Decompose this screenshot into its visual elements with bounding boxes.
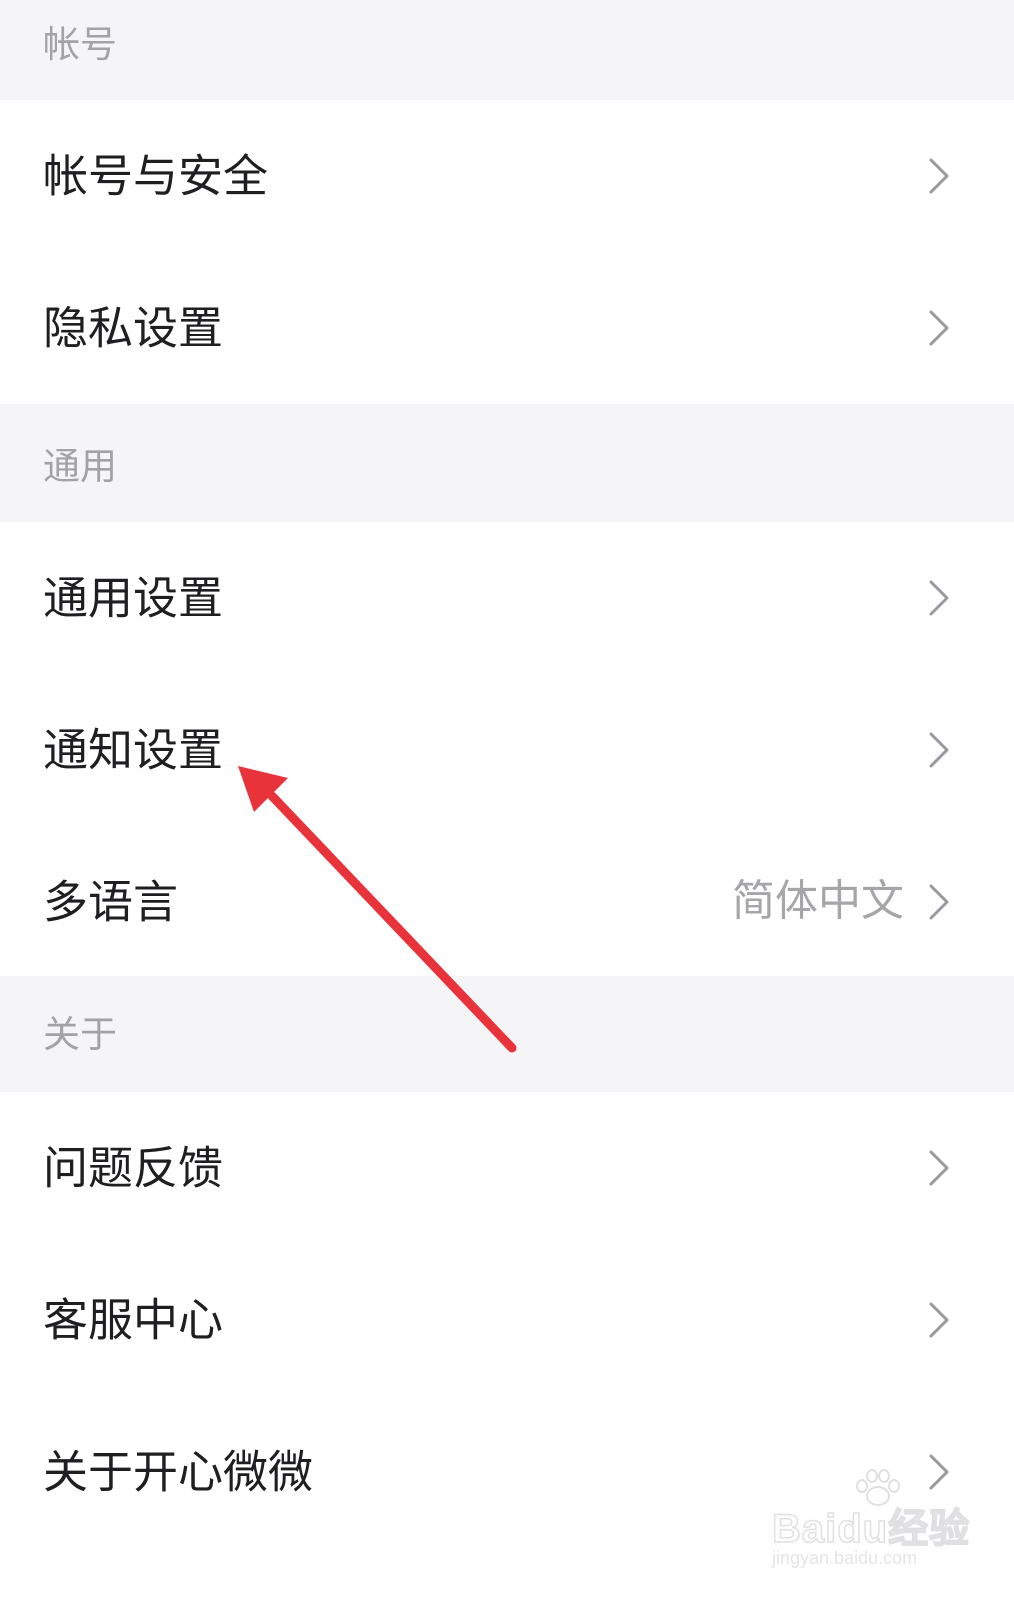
section-header-label: 关于 <box>43 1013 117 1056</box>
row-title: 问题反馈 <box>43 1141 224 1195</box>
section-header-label: 帐号 <box>43 23 117 66</box>
section-header-about: 关于 <box>0 976 1014 1092</box>
chevron-right-icon <box>929 1302 949 1338</box>
chevron-right-icon <box>929 580 949 616</box>
chevron-right-icon <box>929 1150 949 1186</box>
row-title: 关于开心微微 <box>43 1445 314 1499</box>
row-privacy-settings[interactable]: 隐私设置 <box>0 252 1014 404</box>
row-title: 通知设置 <box>43 723 224 777</box>
section-header-label: 通用 <box>43 445 117 488</box>
chevron-right-icon <box>929 158 949 194</box>
watermark-url: jingyan.baidu.com <box>772 1548 918 1568</box>
row-general-settings[interactable]: 通用设置 <box>0 522 1014 674</box>
settings-page: { "sections": [ {"header": "帐号", "rows":… <box>0 0 1014 1600</box>
chevron-right-icon <box>929 732 949 768</box>
row-value-language: 简体中文 <box>732 876 904 927</box>
row-title: 多语言 <box>43 875 179 929</box>
row-title: 帐号与安全 <box>43 149 269 203</box>
row-title: 客服中心 <box>43 1293 224 1347</box>
row-customer-service[interactable]: 客服中心 <box>0 1244 1014 1396</box>
chevron-right-icon <box>929 884 949 920</box>
row-title: 隐私设置 <box>43 301 224 355</box>
chevron-right-icon <box>929 310 949 346</box>
section-header-account: 帐号 <box>0 0 1014 100</box>
row-language[interactable]: 多语言 简体中文 <box>0 826 1014 978</box>
baidu-jingyan-watermark: Baidu经验 jingyan.baidu.com <box>771 1468 972 1578</box>
watermark-brand: Baidu经验 <box>771 1506 971 1552</box>
row-account-security[interactable]: 帐号与安全 <box>0 100 1014 252</box>
section-header-general: 通用 <box>0 404 1014 522</box>
row-feedback[interactable]: 问题反馈 <box>0 1092 1014 1244</box>
row-title: 通用设置 <box>43 571 224 625</box>
row-notification-settings[interactable]: 通知设置 <box>0 674 1014 826</box>
